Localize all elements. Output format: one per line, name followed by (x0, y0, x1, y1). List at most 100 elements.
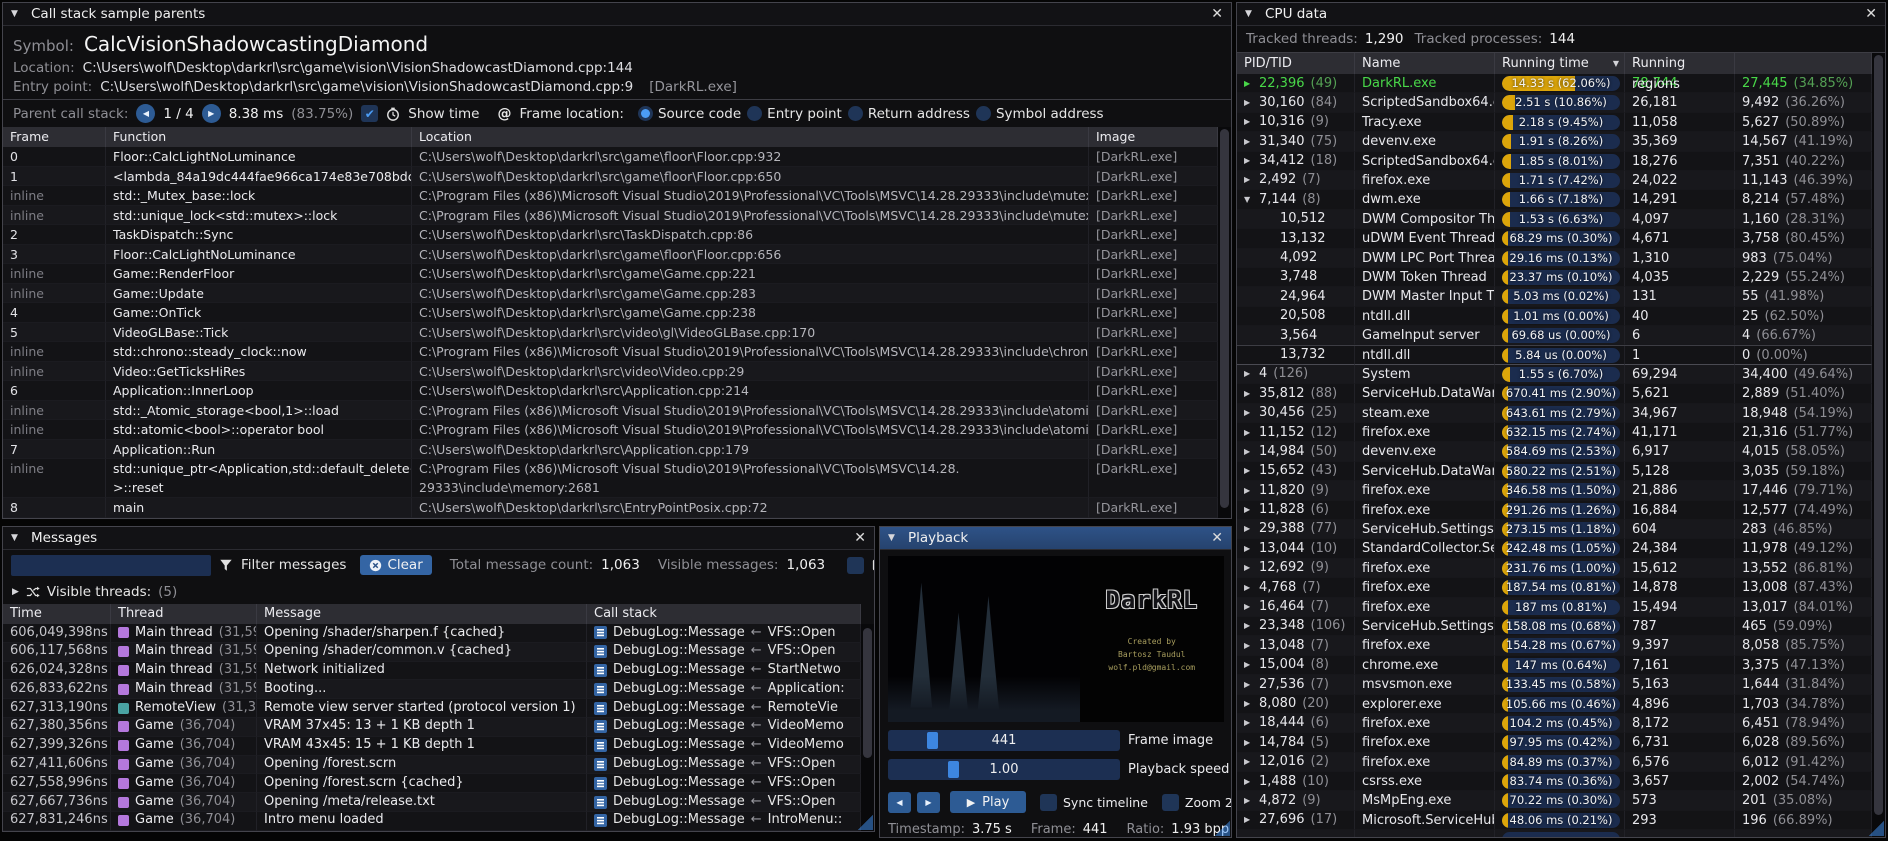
close-icon[interactable]: ✕ (1865, 7, 1877, 21)
process-row[interactable]: ▶ 4,768 (7) firefox.exe 187.54 ms (0.81%… (1237, 578, 1872, 597)
pid-cell[interactable]: ▶ 12,016 (2) (1237, 753, 1355, 772)
expand-icon[interactable]: ▶ (1244, 113, 1253, 132)
callstack-titlebar[interactable]: ▼ Call stack sample parents ✕ (3, 3, 1231, 26)
expand-icon[interactable]: ▶ (12, 587, 19, 597)
pid-cell[interactable]: ▶ 35,812 (88) (1237, 384, 1355, 403)
column-header-running-time[interactable]: Running time▼ (1495, 53, 1625, 74)
playback-titlebar[interactable]: ▼ Playback ✕ (880, 527, 1231, 550)
scrollbar-thumb[interactable] (1874, 55, 1883, 815)
callstack-icon[interactable] (594, 702, 607, 715)
table-row[interactable]: inline std::atomic<bool>::operator bool … (3, 420, 1218, 440)
callstack-icon[interactable] (594, 645, 607, 658)
expand-icon[interactable]: ▶ (1244, 791, 1253, 810)
resize-grip[interactable] (856, 813, 873, 830)
callstack-icon[interactable] (594, 814, 607, 827)
expand-icon[interactable]: ▶ (1244, 695, 1253, 714)
cpu-titlebar[interactable]: ▼ CPU data ✕ (1237, 3, 1885, 26)
process-row[interactable]: ▶ 34,412 (18) ScriptedSandbox64.exe 1.85… (1237, 152, 1872, 171)
column-header-pid[interactable]: PID/TID (1237, 53, 1355, 74)
expand-icon[interactable]: ▶ (1244, 152, 1253, 171)
frame-location-radio[interactable]: Symbol address (976, 106, 1104, 122)
message-row[interactable]: 626,833,622ns Main thread (31,596) Booti… (3, 680, 861, 699)
pid-cell[interactable]: 4,092 (1237, 249, 1355, 268)
process-row[interactable]: ▶ 14,984 (50) devenv.exe 584.69 ms (2.53… (1237, 442, 1872, 461)
pid-cell[interactable]: ▶ 30,160 (84) (1237, 93, 1355, 112)
playback-speed-slider[interactable]: 1.00 (888, 759, 1120, 780)
process-row[interactable]: ▶ 13,048 (7) firefox.exe 154.28 ms (0.67… (1237, 636, 1872, 655)
table-row[interactable]: 4 Game::OnTick C:\Users\wolf\Desktop\dar… (3, 303, 1218, 323)
collapse-icon[interactable]: ▼ (11, 533, 23, 543)
pid-cell[interactable]: ▶ 14,984 (50) (1237, 442, 1355, 461)
table-row[interactable]: inline std::unique_ptr<Application,std::… (3, 459, 1218, 498)
table-row[interactable]: inline std::_Mutex_base::lock C:\Program… (3, 186, 1218, 206)
callstack-icon[interactable] (594, 626, 607, 639)
pid-cell[interactable]: ▶ 16,464 (7) (1237, 598, 1355, 617)
column-header-name[interactable]: Name (1355, 53, 1495, 74)
expand-icon[interactable]: ▶ (1244, 617, 1253, 636)
process-row[interactable]: ▶ 10,316 (9) Tracy.exe 2.18 s (9.45%) 11… (1237, 113, 1872, 132)
pid-cell[interactable]: ▶ 14,784 (5) (1237, 733, 1355, 752)
pid-cell[interactable]: ▶ 23,348 (106) (1237, 617, 1355, 636)
process-row[interactable]: ▶ 27,536 (7) msvsmon.exe 133.45 ms (0.58… (1237, 675, 1872, 694)
callstack-icon[interactable] (594, 720, 607, 733)
pid-cell[interactable]: 3,748 (1237, 268, 1355, 287)
pid-cell[interactable]: ▶ 31,340 (75) (1237, 132, 1355, 151)
collapse-icon[interactable]: ▼ (888, 533, 900, 543)
callstack-icon[interactable] (594, 777, 607, 790)
close-icon[interactable]: ✕ (1211, 531, 1223, 545)
pid-cell[interactable]: ▶ 4,768 (7) (1237, 578, 1355, 597)
resize-grip[interactable] (1213, 819, 1230, 836)
table-row[interactable]: 0 Floor::CalcLightNoLuminance C:\Users\w… (3, 147, 1218, 167)
expand-icon[interactable]: ▶ (1244, 753, 1253, 772)
process-row[interactable]: ▶ 29,388 (77) ServiceHub.SettingsHost 27… (1237, 520, 1872, 539)
scrollbar[interactable] (1218, 127, 1231, 518)
table-row[interactable]: 6 Application::InnerLoop C:\Users\wolf\D… (3, 381, 1218, 401)
expand-icon[interactable]: ▶ (1244, 675, 1253, 694)
process-row[interactable]: 4,092 DWM LPC Port Thread 29.16 ms (0.13… (1237, 249, 1872, 268)
prev-frame-button[interactable]: ◀ (888, 792, 911, 813)
expand-icon[interactable]: ▶ (1244, 442, 1253, 461)
column-header-running-regions[interactable]: Running regions (1625, 53, 1735, 74)
column-header-cpu-migrations[interactable] (1735, 53, 1872, 74)
message-row[interactable]: 627,411,606ns Game (36,704) Opening /for… (3, 756, 861, 775)
process-row[interactable]: 10,512 DWM Compositor Thread 1.53 s (6.6… (1237, 210, 1872, 229)
frame-location-radio[interactable]: Source code (638, 106, 741, 122)
pid-cell[interactable]: ▶ 1,488 (10) (1237, 772, 1355, 791)
scrollbar-thumb[interactable] (1220, 129, 1229, 508)
clear-button[interactable]: Clear (360, 555, 431, 575)
table-row[interactable]: 8 main C:\Users\wolf\Desktop\darkrl\src\… (3, 498, 1218, 518)
message-row[interactable]: 627,399,326ns Game (36,704) VRAM 43x45: … (3, 737, 861, 756)
table-row[interactable]: inline std::_Atomic_storage<bool,1>::loa… (3, 401, 1218, 421)
expand-icon[interactable]: ▶ (1244, 656, 1253, 675)
pid-cell[interactable]: ▶ 13,048 (7) (1237, 636, 1355, 655)
callstack-icon[interactable] (594, 796, 607, 809)
callstack-icon[interactable] (594, 664, 607, 677)
process-row[interactable]: ▶ 31,340 (75) devenv.exe 1.91 s (8.26%) … (1237, 132, 1872, 151)
table-row[interactable]: inline Video::GetTicksHiRes C:\Users\wol… (3, 362, 1218, 382)
close-icon[interactable]: ✕ (1211, 7, 1223, 21)
expand-icon[interactable]: ▶ (1244, 520, 1253, 539)
process-row[interactable]: ▶ 11,828 (6) firefox.exe 291.26 ms (1.26… (1237, 501, 1872, 520)
message-row[interactable]: 627,831,246ns Game (36,704) Intro menu l… (3, 812, 861, 831)
expand-icon[interactable]: ▶ (1244, 733, 1253, 752)
frame-location-radio[interactable]: Entry point (747, 106, 842, 122)
process-row[interactable]: ▶ 4 (126) System 1.55 s (6.70%) 69,294 3… (1237, 365, 1872, 384)
process-row[interactable]: ▶ 4,872 (9) MsMpEng.exe 70.22 ms (0.30%)… (1237, 791, 1872, 810)
expand-icon[interactable]: ▶ (1244, 132, 1253, 151)
filter-input[interactable] (11, 555, 211, 576)
process-row[interactable]: ▶ 30,456 (25) steam.exe 643.61 ms (2.79%… (1237, 404, 1872, 423)
process-row[interactable]: ▶ 11,152 (12) firefox.exe 632.15 ms (2.7… (1237, 423, 1872, 442)
table-row[interactable]: inline std::unique_lock<std::mutex>::loc… (3, 206, 1218, 226)
process-row[interactable]: ▶ 30,160 (84) ScriptedSandbox64.exe 2.51… (1237, 93, 1872, 112)
process-row[interactable]: ▶ 15,652 (43) ServiceHub.DataWareho 580.… (1237, 462, 1872, 481)
prev-callstack-button[interactable]: ◀ (136, 104, 155, 123)
message-row[interactable]: 627,313,190ns RemoteView (31,392) Remote… (3, 699, 861, 718)
expand-icon[interactable]: ▶ (1244, 578, 1253, 597)
message-row[interactable]: 606,117,568ns Main thread (31,596) Openi… (3, 643, 861, 662)
show-frame-checkbox[interactable] (847, 557, 864, 574)
process-row[interactable]: ▶ 13,044 (10) StandardCollector.Servic 2… (1237, 539, 1872, 558)
callstack-icon[interactable] (594, 758, 607, 771)
process-row[interactable]: ▶ 14,784 (5) firefox.exe 97.95 ms (0.42%… (1237, 733, 1872, 752)
process-row[interactable]: ▶ 12,692 (9) firefox.exe 231.76 ms (1.00… (1237, 559, 1872, 578)
callstack-icon[interactable] (594, 739, 607, 752)
